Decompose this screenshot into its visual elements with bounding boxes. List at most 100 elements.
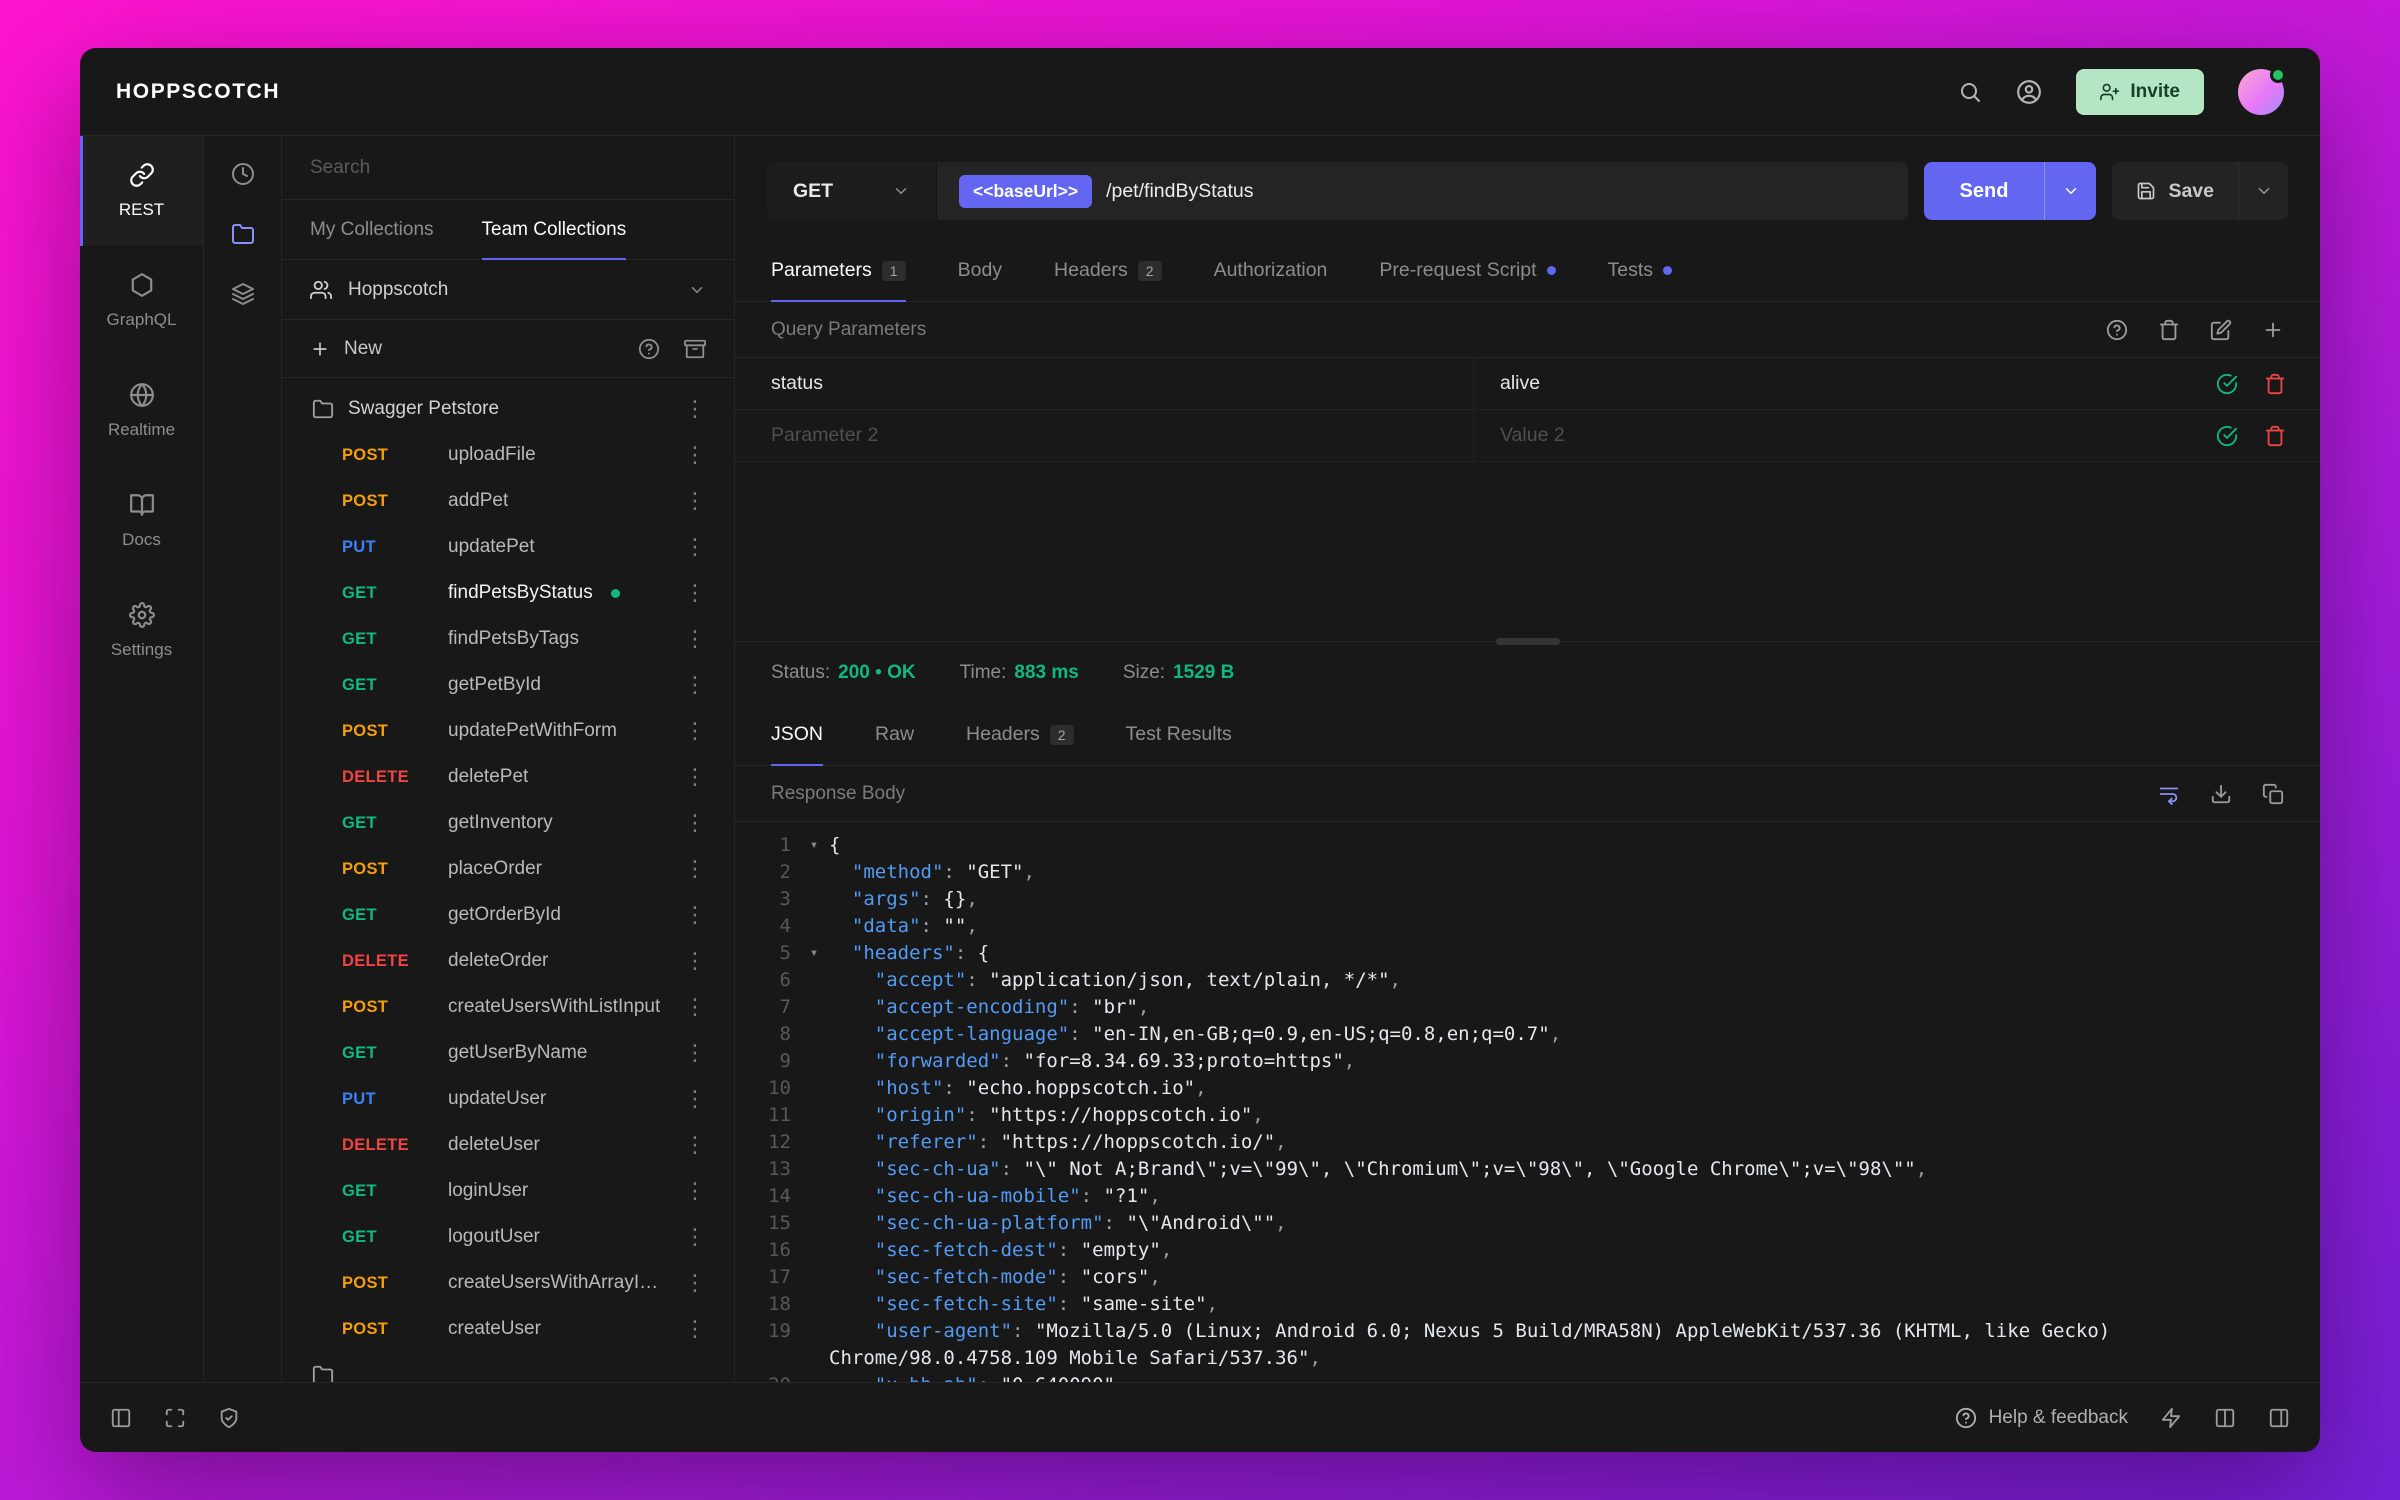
param-key-input[interactable]: Parameter 2 (735, 410, 1473, 461)
request-item-deleteorder[interactable]: DELETE deleteOrder ⋮ (282, 938, 734, 984)
request-item-deletepet[interactable]: DELETE deletePet ⋮ (282, 754, 734, 800)
request-item-getuserbyname[interactable]: GET getUserByName ⋮ (282, 1030, 734, 1076)
kebab-menu-icon[interactable]: ⋮ (678, 1042, 712, 1064)
kebab-menu-icon[interactable]: ⋮ (678, 674, 712, 696)
request-item-deleteuser[interactable]: DELETE deleteUser ⋮ (282, 1122, 734, 1168)
kebab-menu-icon[interactable]: ⋮ (678, 490, 712, 512)
toggle-right-panel-icon[interactable] (2268, 1407, 2290, 1429)
request-item-uploadfile[interactable]: POST uploadFile ⋮ (282, 432, 734, 478)
kebab-menu-icon[interactable]: ⋮ (678, 582, 712, 604)
request-tab-tests[interactable]: Tests (1608, 240, 1673, 301)
toggle-sidebar-icon[interactable] (110, 1407, 132, 1429)
collections-icon[interactable] (231, 222, 255, 246)
request-tab-body[interactable]: Body (958, 240, 1002, 301)
team-selector[interactable]: Hoppscotch (282, 260, 734, 320)
collection-folder[interactable]: Swagger Petstore ⋮ (282, 386, 734, 432)
kebab-menu-icon[interactable]: ⋮ (678, 996, 712, 1018)
request-tab-headers[interactable]: Headers 2 (1054, 240, 1162, 301)
interceptor-icon[interactable] (2160, 1407, 2182, 1429)
request-item-logoutuser[interactable]: GET logoutUser ⋮ (282, 1214, 734, 1260)
request-tab-parameters[interactable]: Parameters 1 (771, 240, 906, 302)
request-tab-pre-request-script[interactable]: Pre-request Script (1379, 240, 1556, 301)
request-tab-authorization[interactable]: Authorization (1214, 240, 1328, 301)
save-options-caret[interactable] (2238, 162, 2288, 220)
method-select[interactable]: GET (767, 162, 937, 220)
param-value-input[interactable]: alive (1473, 358, 2192, 409)
request-item-placeorder[interactable]: POST placeOrder ⋮ (282, 846, 734, 892)
request-item-getpetbyid[interactable]: GET getPetById ⋮ (282, 662, 734, 708)
response-tab-headers[interactable]: Headers 2 (966, 704, 1074, 765)
kebab-menu-icon[interactable]: ⋮ (678, 950, 712, 972)
save-button[interactable]: Save (2112, 162, 2288, 220)
request-item-createuserswithlistinput[interactable]: POST createUsersWithListInput ⋮ (282, 984, 734, 1030)
kebab-menu-icon[interactable]: ⋮ (678, 812, 712, 834)
response-tab-test-results[interactable]: Test Results (1126, 704, 1232, 765)
pane-resizer[interactable] (735, 638, 2320, 645)
kebab-menu-icon[interactable]: ⋮ (678, 1180, 712, 1202)
archive-icon[interactable] (684, 338, 706, 360)
collection-folder[interactable] (282, 1352, 734, 1382)
delete-param-icon[interactable] (2264, 425, 2286, 447)
collections-tab-team-collections[interactable]: Team Collections (458, 200, 651, 260)
bulk-edit-icon[interactable] (2210, 319, 2232, 341)
request-item-loginuser[interactable]: GET loginUser ⋮ (282, 1168, 734, 1214)
nav-item-rest[interactable]: REST (80, 136, 203, 246)
help-feedback-button[interactable]: Help & feedback (1955, 1407, 2128, 1429)
add-param-icon[interactable] (2262, 319, 2284, 341)
kebab-menu-icon[interactable]: ⋮ (678, 536, 712, 558)
kebab-menu-icon[interactable]: ⋮ (678, 1272, 712, 1294)
request-item-getinventory[interactable]: GET getInventory ⋮ (282, 800, 734, 846)
avatar[interactable] (2238, 66, 2286, 115)
layout-columns-icon[interactable] (2214, 1407, 2236, 1429)
request-item-updateuser[interactable]: PUT updateUser ⋮ (282, 1076, 734, 1122)
invite-button[interactable]: Invite (2076, 68, 2204, 115)
response-tab-raw[interactable]: Raw (875, 704, 914, 765)
fold-arrow-icon[interactable]: ▾ (799, 940, 829, 967)
kebab-menu-icon[interactable]: ⋮ (678, 1088, 712, 1110)
request-item-createuser[interactable]: POST createUser ⋮ (282, 1306, 734, 1352)
request-item-findpetsbystatus[interactable]: GET findPetsByStatus ⋮ (282, 570, 734, 616)
environments-icon[interactable] (231, 282, 255, 306)
send-button[interactable]: Send (1923, 162, 2097, 220)
expand-icon[interactable] (164, 1407, 186, 1429)
nav-item-docs[interactable]: Docs (80, 466, 203, 576)
kebab-menu-icon[interactable]: ⋮ (678, 1318, 712, 1340)
kebab-menu-icon[interactable]: ⋮ (678, 858, 712, 880)
request-item-findpetsbytags[interactable]: GET findPetsByTags ⋮ (282, 616, 734, 662)
search-icon[interactable] (1958, 80, 1982, 104)
kebab-menu-icon[interactable]: ⋮ (678, 1226, 712, 1248)
toggle-param-icon[interactable] (2216, 425, 2238, 447)
history-icon[interactable] (231, 162, 255, 186)
kebab-menu-icon[interactable]: ⋮ (678, 904, 712, 926)
help-icon[interactable] (2106, 319, 2128, 341)
help-icon[interactable] (638, 338, 660, 360)
wrap-lines-icon[interactable] (2158, 783, 2180, 805)
shield-check-icon[interactable] (218, 1407, 240, 1429)
kebab-menu-icon[interactable]: ⋮ (678, 398, 712, 420)
fold-arrow-icon[interactable]: ▾ (799, 832, 829, 859)
kebab-menu-icon[interactable]: ⋮ (678, 444, 712, 466)
kebab-menu-icon[interactable]: ⋮ (678, 766, 712, 788)
clear-all-icon[interactable] (2158, 319, 2180, 341)
request-item-getorderbyid[interactable]: GET getOrderById ⋮ (282, 892, 734, 938)
nav-item-settings[interactable]: Settings (80, 576, 203, 686)
download-icon[interactable] (2210, 783, 2232, 805)
toggle-param-icon[interactable] (2216, 373, 2238, 395)
delete-param-icon[interactable] (2264, 373, 2286, 395)
request-item-createuserswitharrayinput[interactable]: POST createUsersWithArrayInput ⋮ (282, 1260, 734, 1306)
kebab-menu-icon[interactable]: ⋮ (678, 1134, 712, 1156)
url-input[interactable]: <<baseUrl>> /pet/findByStatus (937, 162, 1908, 220)
send-options-caret[interactable] (2044, 162, 2096, 220)
param-key-input[interactable]: status (735, 358, 1473, 409)
nav-item-graphql[interactable]: GraphQL (80, 246, 203, 356)
search-input[interactable] (310, 156, 706, 179)
param-value-input[interactable]: Value 2 (1473, 410, 2192, 461)
request-item-addpet[interactable]: POST addPet ⋮ (282, 478, 734, 524)
copy-icon[interactable] (2262, 783, 2284, 805)
collections-tab-my-collections[interactable]: My Collections (286, 200, 458, 259)
response-body-code[interactable]: 1 ▾ { 2 "method": "GET", 3 "args": {}, 4… (735, 822, 2320, 1382)
new-button[interactable]: New (310, 338, 382, 360)
kebab-menu-icon[interactable]: ⋮ (678, 628, 712, 650)
nav-item-realtime[interactable]: Realtime (80, 356, 203, 466)
kebab-menu-icon[interactable]: ⋮ (678, 720, 712, 742)
